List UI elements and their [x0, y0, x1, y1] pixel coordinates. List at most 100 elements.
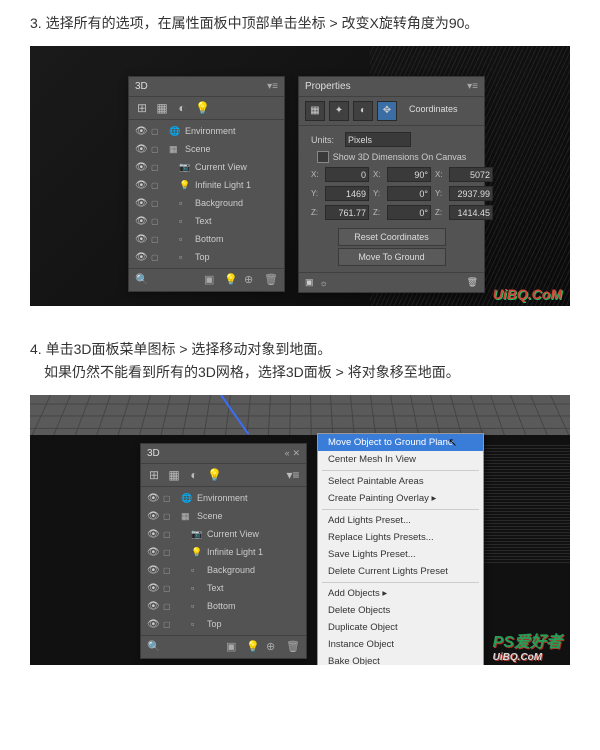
tab-cap-icon[interactable]: ◐: [353, 101, 373, 121]
checkbox-icon[interactable]: ▢: [163, 620, 173, 629]
units-select[interactable]: [345, 132, 411, 147]
checkbox-icon[interactable]: ▢: [151, 181, 161, 190]
tree-row[interactable]: 👁▢▫Bottom: [141, 597, 306, 615]
render-icon[interactable]: ▣: [305, 277, 314, 288]
new-light-icon[interactable]: 💡: [224, 273, 238, 287]
eye-icon[interactable]: 👁: [147, 493, 159, 504]
render-icon[interactable]: ▣: [226, 640, 240, 654]
input-rot-z[interactable]: [387, 205, 431, 220]
filter-material-icon[interactable]: ◐: [187, 468, 201, 482]
tree-row[interactable]: 👁▢🌐Environment: [129, 122, 284, 140]
tree-row[interactable]: 👁▢▫Background: [141, 561, 306, 579]
tree-row[interactable]: 👁▢▫Text: [141, 579, 306, 597]
eye-icon[interactable]: 👁: [147, 619, 159, 630]
tree-row[interactable]: 👁▢▦Scene: [129, 140, 284, 158]
search-icon[interactable]: 🔍: [147, 640, 161, 654]
filter-material-icon[interactable]: ◐: [175, 101, 189, 115]
checkbox-icon[interactable]: ▢: [151, 199, 161, 208]
checkbox-icon[interactable]: ▢: [163, 566, 173, 575]
panel-close-icon[interactable]: ✕: [292, 448, 300, 458]
filter-mesh-icon[interactable]: ▦: [167, 468, 181, 482]
tab-coords-icon[interactable]: ✥: [377, 101, 397, 121]
eye-icon[interactable]: 👁: [135, 216, 147, 227]
tree-row[interactable]: 👁▢▫Top: [129, 248, 284, 266]
show-dims-checkbox[interactable]: [317, 151, 329, 163]
eye-icon[interactable]: 👁: [135, 126, 147, 137]
eye-icon[interactable]: 👁: [147, 583, 159, 594]
checkbox-icon[interactable]: ▢: [151, 217, 161, 226]
input-pos-y[interactable]: [325, 186, 369, 201]
trash-icon[interactable]: 🗑: [264, 273, 278, 287]
panel-menu-icon[interactable]: ▾≡: [267, 81, 278, 92]
menu-item[interactable]: Center Mesh In View: [318, 451, 483, 468]
eye-icon[interactable]: 👁: [135, 252, 147, 263]
menu-item[interactable]: Bake Object: [318, 653, 483, 665]
panel-menu-icon[interactable]: ▾≡: [467, 81, 478, 92]
eye-icon[interactable]: 👁: [147, 529, 159, 540]
checkbox-icon[interactable]: ▢: [151, 235, 161, 244]
checkbox-icon[interactable]: ▢: [163, 548, 173, 557]
filter-mesh-icon[interactable]: ▦: [155, 101, 169, 115]
new-layer-icon[interactable]: ⊕: [266, 640, 280, 654]
menu-item[interactable]: Instance Object: [318, 636, 483, 653]
input-rot-y[interactable]: [387, 186, 431, 201]
checkbox-icon[interactable]: ▢: [151, 127, 161, 136]
light-icon[interactable]: ☼: [320, 278, 328, 288]
render-icon[interactable]: ▣: [204, 273, 218, 287]
menu-item[interactable]: Replace Lights Presets...: [318, 529, 483, 546]
input-scale-z[interactable]: [449, 205, 493, 220]
filter-light-icon[interactable]: 💡: [207, 468, 221, 482]
eye-icon[interactable]: 👁: [135, 234, 147, 245]
filter-light-icon[interactable]: 💡: [195, 101, 209, 115]
tree-row[interactable]: 👁▢▫Text: [129, 212, 284, 230]
menu-item[interactable]: Select Paintable Areas: [318, 473, 483, 490]
eye-icon[interactable]: 👁: [135, 180, 147, 191]
checkbox-icon[interactable]: ▢: [163, 584, 173, 593]
checkbox-icon[interactable]: ▢: [163, 494, 173, 503]
tree-row[interactable]: 👁▢▫Bottom: [129, 230, 284, 248]
reset-coords-button[interactable]: Reset Coordinates: [338, 228, 446, 246]
tree-row[interactable]: 👁▢▫Background: [129, 194, 284, 212]
menu-item[interactable]: Duplicate Object: [318, 619, 483, 636]
panel-menu-icon[interactable]: ▾≡: [286, 468, 300, 482]
input-rot-x[interactable]: [387, 167, 431, 182]
tree-row[interactable]: 👁▢📷Current View: [141, 525, 306, 543]
tree-row[interactable]: 👁▢🌐Environment: [141, 489, 306, 507]
menu-item[interactable]: Move Object to Ground Plane: [318, 434, 483, 451]
checkbox-icon[interactable]: ▢: [163, 602, 173, 611]
eye-icon[interactable]: 👁: [135, 144, 147, 155]
tree-row[interactable]: 👁▢💡Infinite Light 1: [141, 543, 306, 561]
checkbox-icon[interactable]: ▢: [151, 145, 161, 154]
move-to-ground-button[interactable]: Move To Ground: [338, 248, 446, 266]
checkbox-icon[interactable]: ▢: [163, 530, 173, 539]
eye-icon[interactable]: 👁: [135, 198, 147, 209]
trash-icon[interactable]: 🗑: [286, 640, 300, 654]
eye-icon[interactable]: 👁: [135, 162, 147, 173]
tree-row[interactable]: 👁▢▫Top: [141, 615, 306, 633]
new-layer-icon[interactable]: ⊕: [244, 273, 258, 287]
menu-item[interactable]: Add Lights Preset...: [318, 512, 483, 529]
tab-deform-icon[interactable]: ✦: [329, 101, 349, 121]
eye-icon[interactable]: 👁: [147, 601, 159, 612]
menu-item[interactable]: Create Painting Overlay ▸: [318, 490, 483, 507]
new-light-icon[interactable]: 💡: [246, 640, 260, 654]
tab-mesh-icon[interactable]: ▦: [305, 101, 325, 121]
filter-whole-icon[interactable]: ⊞: [147, 468, 161, 482]
menu-item[interactable]: Delete Objects: [318, 602, 483, 619]
trash-icon[interactable]: 🗑: [467, 277, 478, 288]
input-pos-x[interactable]: [325, 167, 369, 182]
input-pos-z[interactable]: [325, 205, 369, 220]
input-scale-x[interactable]: [449, 167, 493, 182]
menu-item[interactable]: Save Lights Preset...: [318, 546, 483, 563]
panel-collapse-icon[interactable]: «: [285, 448, 290, 458]
input-scale-y[interactable]: [449, 186, 493, 201]
menu-item[interactable]: Delete Current Lights Preset: [318, 563, 483, 580]
tree-row[interactable]: 👁▢▦Scene: [141, 507, 306, 525]
tree-row[interactable]: 👁▢💡Infinite Light 1: [129, 176, 284, 194]
tree-row[interactable]: 👁▢📷Current View: [129, 158, 284, 176]
search-icon[interactable]: 🔍: [135, 273, 149, 287]
filter-whole-icon[interactable]: ⊞: [135, 101, 149, 115]
eye-icon[interactable]: 👁: [147, 565, 159, 576]
menu-item[interactable]: Add Objects ▸: [318, 585, 483, 602]
checkbox-icon[interactable]: ▢: [151, 253, 161, 262]
